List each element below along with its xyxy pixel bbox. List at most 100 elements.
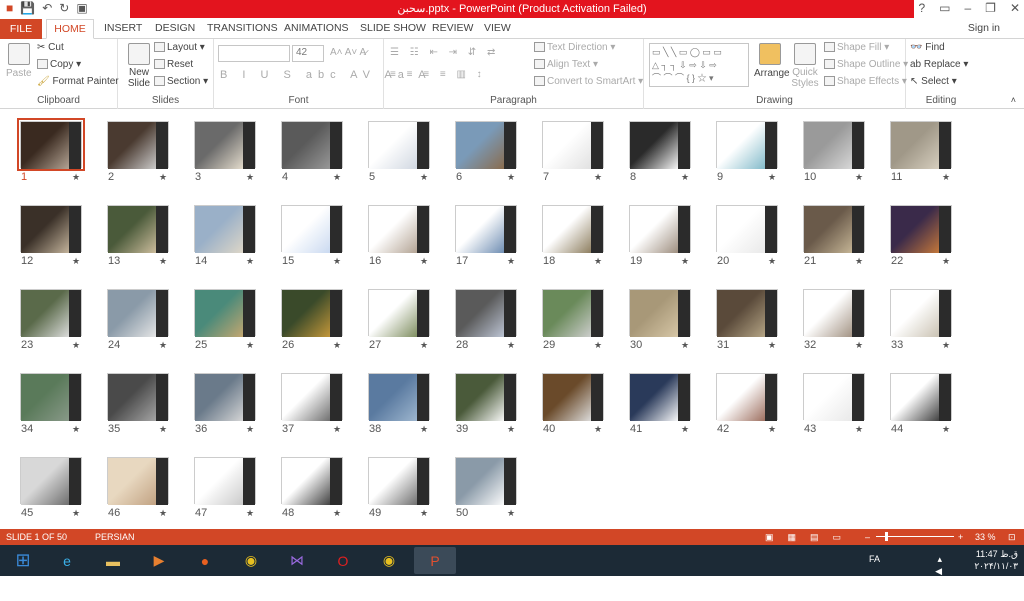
slide-thumbnail[interactable] <box>107 205 169 253</box>
slide-thumbnail[interactable] <box>455 457 517 505</box>
select-button[interactable]: ↖ Select ▾ <box>910 76 957 87</box>
media-player-icon[interactable]: ▶ <box>138 547 180 574</box>
tab-view[interactable]: VIEW <box>484 22 511 34</box>
transition-star-icon[interactable]: ★ <box>72 340 80 351</box>
slide-thumbnail[interactable] <box>716 121 778 169</box>
slide-thumbnail[interactable] <box>455 121 517 169</box>
slide-thumbnail[interactable] <box>194 121 256 169</box>
transition-star-icon[interactable]: ★ <box>855 340 863 351</box>
transition-star-icon[interactable]: ★ <box>72 424 80 435</box>
zoom-level[interactable]: 33 % <box>975 529 996 545</box>
slide-thumbnail[interactable] <box>716 373 778 421</box>
layout-button[interactable]: Layout ▾ <box>154 42 205 53</box>
slide-thumbnail[interactable] <box>20 457 82 505</box>
transition-star-icon[interactable]: ★ <box>681 340 689 351</box>
ie-icon[interactable]: e <box>46 547 88 574</box>
cut-button[interactable]: ✂ Cut <box>37 42 64 53</box>
transition-star-icon[interactable]: ★ <box>159 172 167 183</box>
slide-thumbnail[interactable] <box>629 373 691 421</box>
tab-home[interactable]: HOME <box>46 19 94 39</box>
help-icon[interactable]: ? <box>918 1 925 15</box>
transition-star-icon[interactable]: ★ <box>855 256 863 267</box>
align-buttons[interactable]: ≡ ≡ ≡ ≡ ▥ ↕ <box>390 69 486 80</box>
transition-star-icon[interactable]: ★ <box>507 424 515 435</box>
zoom-in-button[interactable]: + <box>958 529 963 545</box>
tab-design[interactable]: DESIGN <box>155 22 195 34</box>
copy-button[interactable]: Copy ▾ <box>37 59 81 70</box>
slide-thumbnail[interactable] <box>281 121 343 169</box>
slide-thumbnail[interactable] <box>716 289 778 337</box>
shape-fill-button[interactable]: Shape Fill ▾ <box>824 42 889 53</box>
transition-star-icon[interactable]: ★ <box>507 172 515 183</box>
transition-star-icon[interactable]: ★ <box>72 172 80 183</box>
clock-time[interactable]: 11:47 ق.ظ <box>974 548 1018 560</box>
transition-star-icon[interactable]: ★ <box>246 340 254 351</box>
slide-thumbnail[interactable] <box>455 289 517 337</box>
transition-star-icon[interactable]: ★ <box>159 424 167 435</box>
redo-icon[interactable]: ↻ <box>59 1 69 15</box>
language-indicator[interactable]: PERSIAN <box>95 529 135 545</box>
language-button[interactable]: FA <box>869 553 880 565</box>
arrange-button[interactable]: Arrange <box>754 43 790 79</box>
collapse-ribbon-icon[interactable]: ˄ <box>1011 95 1016 105</box>
transition-star-icon[interactable]: ★ <box>420 172 428 183</box>
slide-thumbnail[interactable] <box>107 289 169 337</box>
transition-star-icon[interactable]: ★ <box>333 172 341 183</box>
transition-star-icon[interactable]: ★ <box>159 256 167 267</box>
slide-thumbnail[interactable] <box>20 205 82 253</box>
slide-thumbnail[interactable] <box>107 457 169 505</box>
fit-slide-icon[interactable]: ⊡ <box>1008 529 1016 545</box>
slide-thumbnail[interactable] <box>107 121 169 169</box>
transition-star-icon[interactable]: ★ <box>855 424 863 435</box>
transition-star-icon[interactable]: ★ <box>420 340 428 351</box>
transition-star-icon[interactable]: ★ <box>72 508 80 519</box>
find-button[interactable]: 👓 Find <box>910 42 945 53</box>
font-grow-icon[interactable]: A˄ A˅ A̷ <box>330 47 366 58</box>
transition-star-icon[interactable]: ★ <box>333 340 341 351</box>
slide-thumbnail[interactable] <box>368 121 430 169</box>
transition-star-icon[interactable]: ★ <box>72 256 80 267</box>
sign-in-link[interactable]: Sign in <box>968 22 1000 34</box>
transition-star-icon[interactable]: ★ <box>855 172 863 183</box>
slide-thumbnail[interactable] <box>281 373 343 421</box>
slide-thumbnail[interactable] <box>716 205 778 253</box>
slide-thumbnail[interactable] <box>281 457 343 505</box>
slide-thumbnail[interactable] <box>368 289 430 337</box>
chrome-profile-icon[interactable]: ◉ <box>368 547 410 574</box>
transition-star-icon[interactable]: ★ <box>594 340 602 351</box>
slide-thumbnail[interactable] <box>542 205 604 253</box>
tab-insert[interactable]: INSERT <box>104 22 142 34</box>
slide-thumbnail[interactable] <box>194 373 256 421</box>
slide-thumbnail[interactable] <box>629 121 691 169</box>
slide-thumbnail[interactable] <box>629 289 691 337</box>
transition-star-icon[interactable]: ★ <box>420 508 428 519</box>
transition-star-icon[interactable]: ★ <box>594 172 602 183</box>
slide-thumbnail[interactable] <box>542 121 604 169</box>
restore-button[interactable]: ❐ <box>985 1 996 15</box>
ribbon-display-icon[interactable]: ▭ <box>939 1 950 15</box>
transition-star-icon[interactable]: ★ <box>246 172 254 183</box>
reset-button[interactable]: Reset <box>154 59 193 70</box>
transition-star-icon[interactable]: ★ <box>942 424 950 435</box>
transition-star-icon[interactable]: ★ <box>159 508 167 519</box>
slide-thumbnail[interactable] <box>194 457 256 505</box>
opera-icon[interactable]: O <box>322 547 364 574</box>
shape-outline-button[interactable]: Shape Outline ▾ <box>824 59 908 70</box>
slide-thumbnail[interactable] <box>17 118 85 171</box>
text-direction-button[interactable]: Text Direction ▾ <box>534 42 615 53</box>
transition-star-icon[interactable]: ★ <box>333 256 341 267</box>
firefox-icon[interactable]: ● <box>184 547 226 574</box>
transition-star-icon[interactable]: ★ <box>942 172 950 183</box>
save-icon[interactable]: 💾 <box>20 1 35 15</box>
slide-thumbnail[interactable] <box>542 289 604 337</box>
start-button[interactable]: ⊞ <box>2 547 44 574</box>
font-size-input[interactable]: 42 <box>292 45 324 62</box>
slide-thumbnail[interactable] <box>803 121 865 169</box>
slide-thumbnail[interactable] <box>281 289 343 337</box>
slide-thumbnail[interactable] <box>890 205 952 253</box>
convert-smartart-button[interactable]: Convert to SmartArt ▾ <box>534 76 643 87</box>
slide-thumbnail[interactable] <box>803 205 865 253</box>
shape-effects-button[interactable]: Shape Effects ▾ <box>824 76 907 87</box>
slide-thumbnail[interactable] <box>629 205 691 253</box>
transition-star-icon[interactable]: ★ <box>768 256 776 267</box>
